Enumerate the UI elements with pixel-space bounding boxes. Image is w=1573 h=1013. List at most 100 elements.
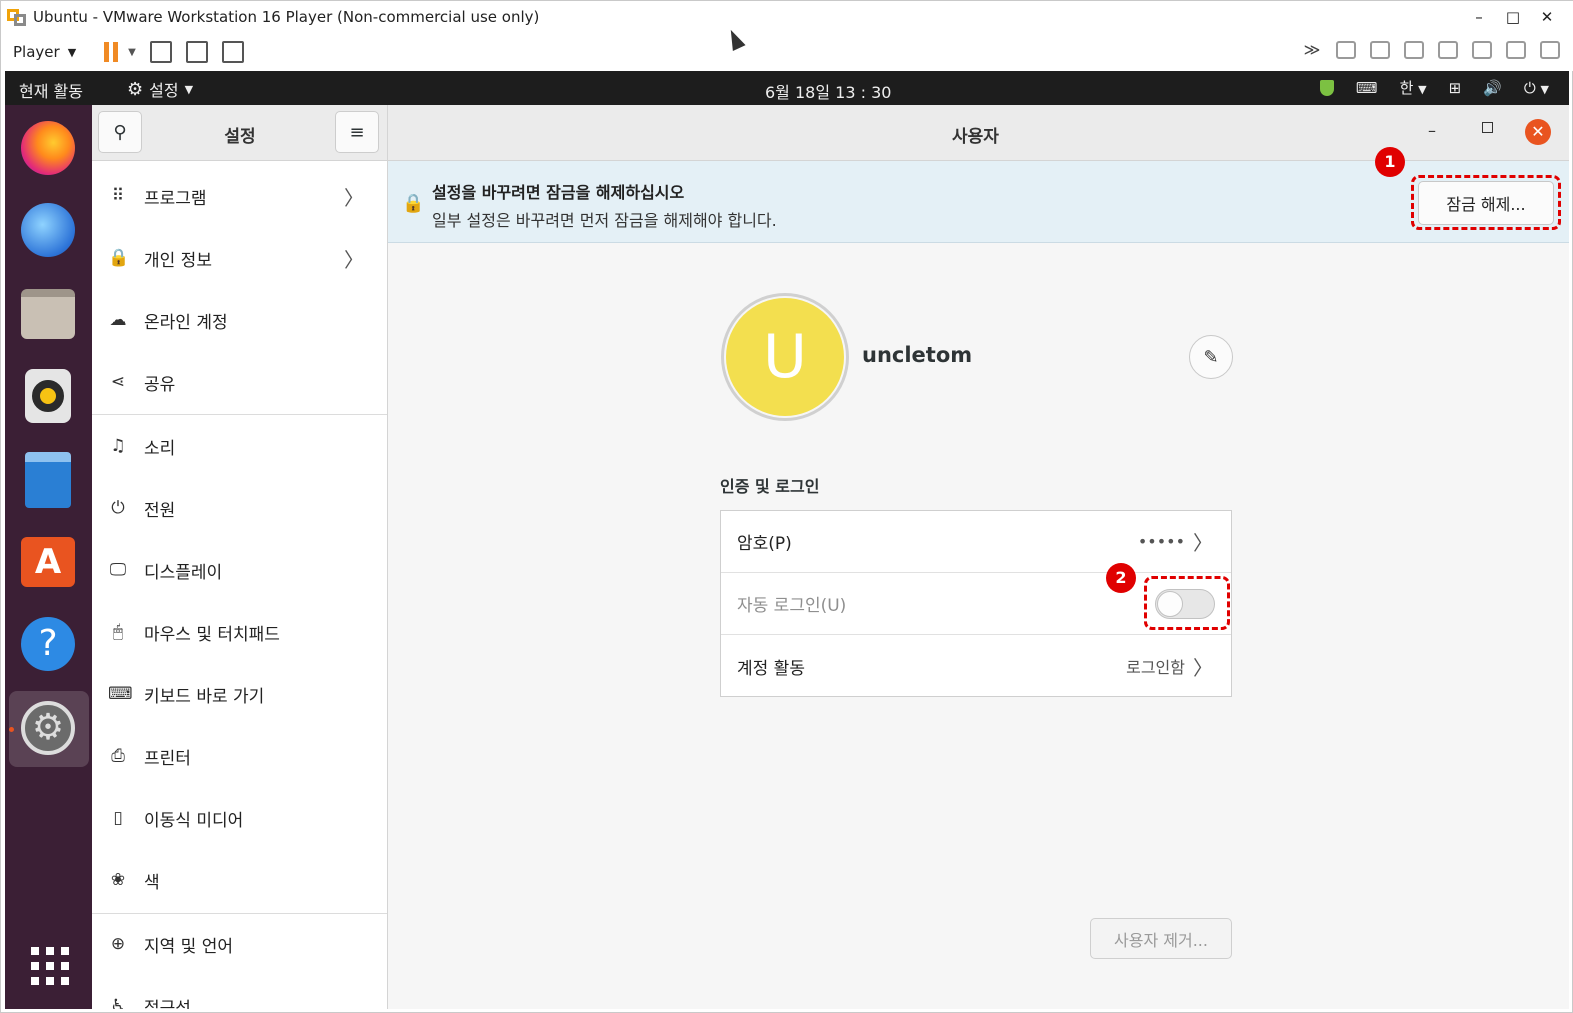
edit-name-button[interactable]: ✎ [1189, 335, 1233, 379]
sidebar-item[interactable]: 🔒 개인 정보 〉 [92, 227, 387, 289]
sound-device-icon[interactable] [1472, 41, 1492, 59]
dock-settings[interactable]: ⚙ [19, 699, 77, 757]
hamburger-menu-button[interactable]: ≡ [335, 111, 379, 153]
infobar-subtitle: 일부 설정은 바꾸려면 먼저 잠금을 해제해야 합니다. [432, 211, 777, 230]
chevron-down-icon: ▼ [184, 82, 194, 96]
fullscreen-icon[interactable] [185, 41, 208, 63]
app-menu-button[interactable]: ⚙ 설정 ▼ [127, 77, 193, 101]
sidebar-item[interactable]: ♿ 접근성 [92, 975, 387, 1010]
help-icon: ? [21, 617, 75, 671]
files-icon [21, 289, 75, 339]
pencil-icon: ✎ [1203, 346, 1219, 368]
sidebar-item[interactable]: ⋖ 공유 [92, 351, 387, 413]
accessibility-icon: ♿ [110, 996, 126, 1009]
network-adapter-icon[interactable] [1404, 41, 1424, 59]
player-menu-button[interactable]: Player ▼ [13, 43, 76, 61]
dock-files[interactable] [19, 285, 77, 343]
lock-icon: 🔒 [108, 248, 130, 268]
sidebar-item[interactable]: ⌨ 키보드 바로 가기 [92, 663, 387, 725]
sidebar-item[interactable]: ❀ 색 [92, 849, 387, 911]
chevron-down-icon: ▼ [67, 45, 77, 59]
user-name: uncletom [862, 343, 973, 367]
send-ctrl-alt-del-icon[interactable] [149, 41, 172, 63]
usb-media-icon: ▯ [113, 808, 123, 828]
system-tray[interactable]: ⌨ 한 ▼ ⊞ 🔊 ⏻ ▼ [1319, 77, 1549, 98]
sidebar-item[interactable]: ☁ 온라인 계정 [92, 289, 387, 351]
hard-disk-icon[interactable] [1336, 41, 1356, 59]
dock-rhythmbox[interactable] [19, 367, 77, 425]
dock-help[interactable]: ? [19, 615, 77, 673]
sidebar-item-label: 소리 [144, 438, 176, 459]
maximize-button[interactable] [1482, 122, 1493, 133]
chevron-right-icon: 〉 [344, 247, 364, 272]
globe-icon: ⊕ [110, 934, 126, 954]
power-menu-icon[interactable]: ⏻ ▼ [1524, 79, 1549, 97]
music-note-icon: ♫ [110, 436, 126, 456]
auto-login-label: 자동 로그인(U) [737, 596, 847, 616]
security-shield-icon[interactable] [1319, 79, 1334, 96]
pause-icon[interactable] [104, 42, 119, 62]
unity-mode-icon[interactable] [221, 41, 244, 63]
settings-sidebar: ⠿ 프로그램 〉 🔒 개인 정보 〉 ☁ 온라인 계정 ⋖ 공유 ♫ 소리 ⏻ 전원 🖵 디스플레이 🖱 마우스 … [92, 161, 388, 1009]
password-value: ••••• [1137, 532, 1185, 551]
vmware-window: Ubuntu - VMware Workstation 16 Player (N… [0, 0, 1573, 1013]
window-minimize-button[interactable]: – [1462, 8, 1496, 26]
software-store-icon: A [21, 537, 75, 587]
window-maximize-button[interactable]: □ [1496, 8, 1530, 26]
dock-thunderbird[interactable] [19, 201, 77, 259]
dock-software[interactable]: A [19, 533, 77, 591]
sidebar-item-label: 색 [144, 872, 160, 893]
sidebar-item[interactable]: ⊕ 지역 및 언어 [92, 913, 387, 975]
double-chevron-right-icon[interactable]: ≫ [1302, 41, 1322, 59]
sidebar-item[interactable]: ♫ 소리 [92, 415, 387, 477]
auth-section-title: 인증 및 로그인 [720, 477, 820, 496]
chevron-right-icon: 〉 [1193, 531, 1213, 555]
sidebar-item[interactable]: ⎙ 프린터 [92, 725, 387, 787]
lock-icon: 🔒 [402, 193, 425, 214]
annotation-badge-2: 2 [1106, 563, 1136, 593]
removable-device-icon[interactable] [1540, 41, 1560, 59]
window-close-button[interactable]: ✕ [1530, 8, 1564, 26]
sidebar-item[interactable]: 🖱 마우스 및 터치패드 [92, 601, 387, 663]
volume-icon[interactable]: 🔊 [1483, 79, 1502, 97]
rhythmbox-icon [25, 369, 71, 423]
sidebar-item[interactable]: ⏻ 전원 [92, 477, 387, 539]
chevron-down-icon: ▼ [1418, 83, 1427, 96]
panel-title: 사용자 [952, 127, 999, 147]
display-icon: 🖵 [109, 560, 127, 580]
network-icon[interactable]: ⊞ [1449, 79, 1462, 97]
cd-rom-icon[interactable] [1370, 41, 1390, 59]
avatar[interactable]: U [721, 293, 849, 421]
pause-dropdown-icon[interactable]: ▼ [128, 47, 136, 58]
running-indicator [9, 727, 14, 732]
dock-firefox[interactable] [19, 119, 77, 177]
minimize-button[interactable]: – [1428, 121, 1436, 140]
clock[interactable]: 6월 18일 13 : 30 [765, 79, 891, 103]
share-icon: ⋖ [110, 372, 126, 392]
password-row[interactable]: 암호(P) ••••• 〉 [721, 511, 1231, 573]
show-applications-icon[interactable] [31, 947, 69, 985]
usb-device-icon[interactable] [1506, 41, 1526, 59]
sidebar-item-label: 키보드 바로 가기 [144, 686, 265, 707]
vmware-logo-icon [7, 7, 27, 27]
close-button[interactable]: ✕ [1525, 119, 1551, 145]
account-activity-label: 계정 활동 [737, 658, 805, 679]
sidebar-item-label: 접근성 [144, 998, 191, 1010]
color-icon: ❀ [110, 870, 126, 890]
sidebar-item-label: 프로그램 [144, 188, 207, 209]
remove-user-button[interactable]: 사용자 제거... [1090, 918, 1232, 959]
thunderbird-icon [21, 203, 75, 257]
sidebar-item[interactable]: ▯ 이동식 미디어 [92, 787, 387, 849]
hamburger-icon: ≡ [349, 121, 365, 143]
dock-libreoffice-writer[interactable] [19, 451, 77, 509]
sidebar-item[interactable]: 🖵 디스플레이 [92, 539, 387, 601]
sidebar-item-label: 이동식 미디어 [144, 810, 244, 831]
activities-button[interactable]: 현재 활동 [19, 78, 83, 102]
power-icon: ⏻ [111, 498, 125, 518]
printer-device-icon[interactable] [1438, 41, 1458, 59]
input-method-indicator[interactable]: 한 ▼ [1400, 77, 1427, 98]
account-activity-row[interactable]: 계정 활동 로그인함 〉 [721, 635, 1231, 697]
chevron-right-icon: 〉 [1193, 655, 1213, 680]
sidebar-item[interactable]: ⠿ 프로그램 〉 [92, 165, 387, 227]
keyboard-icon[interactable]: ⌨ [1356, 79, 1378, 97]
